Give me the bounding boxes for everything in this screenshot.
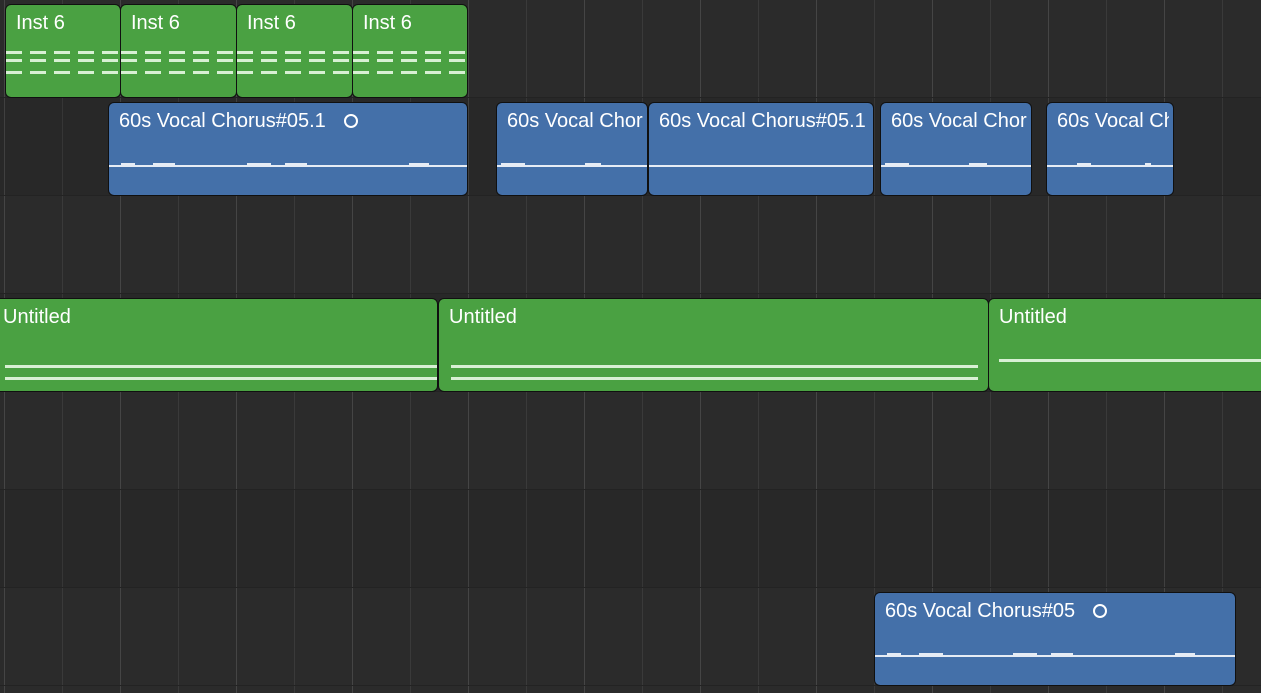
waveform-blip bbox=[885, 163, 909, 167]
region-name: 60s Vocal Chorus#05 bbox=[885, 599, 1231, 623]
region-name-text: 60s Vocal Chorus#05.1 bbox=[119, 110, 326, 132]
midi-notes bbox=[237, 71, 352, 74]
region-name: 60s Vocal Chorus#05.1 bbox=[119, 109, 463, 133]
midi-notes bbox=[353, 59, 467, 62]
waveform-blip bbox=[969, 163, 987, 167]
region-name: Inst 6 bbox=[16, 12, 65, 34]
region-name: Untitled bbox=[3, 306, 71, 328]
audio-region[interactable]: 60s Vocal Chorus#05 bbox=[874, 592, 1236, 686]
waveform bbox=[649, 165, 873, 167]
audio-region[interactable]: 60s Vocal Chorus#05.1 bbox=[1046, 102, 1174, 196]
region-name: Inst 6 bbox=[363, 12, 412, 34]
waveform-blip bbox=[153, 163, 175, 167]
waveform-blip bbox=[121, 163, 135, 167]
audio-region[interactable]: 60s Vocal Chorus#05.1 bbox=[880, 102, 1032, 196]
midi-region[interactable]: Untitled bbox=[438, 298, 989, 392]
tracks-area[interactable]: Inst 6 Inst 6 Inst 6 Inst 6 60s Vocal Ch… bbox=[0, 0, 1261, 693]
audio-region[interactable]: 60s Vocal Chorus#05.1 bbox=[108, 102, 468, 196]
midi-notes bbox=[353, 71, 467, 74]
loop-icon bbox=[343, 114, 358, 128]
waveform-blip bbox=[501, 163, 525, 167]
track-lane-3[interactable] bbox=[0, 196, 1261, 294]
track-lane-6[interactable] bbox=[0, 490, 1261, 588]
midi-notes bbox=[121, 51, 236, 54]
waveform-blip bbox=[1145, 163, 1151, 167]
midi-notes bbox=[353, 51, 467, 54]
midi-notes bbox=[5, 365, 437, 368]
region-name: 60s Vocal Chorus#05.1 bbox=[1057, 110, 1169, 132]
midi-region[interactable]: Inst 6 bbox=[120, 4, 237, 98]
waveform-blip bbox=[1077, 163, 1091, 167]
midi-notes bbox=[121, 59, 236, 62]
region-name: Inst 6 bbox=[247, 12, 296, 34]
midi-notes bbox=[451, 377, 978, 380]
region-name: 60s Vocal Chorus#05.1 bbox=[891, 110, 1027, 132]
midi-notes bbox=[121, 71, 236, 74]
midi-region[interactable]: Inst 6 bbox=[352, 4, 468, 98]
midi-notes bbox=[6, 59, 120, 62]
waveform bbox=[1047, 165, 1173, 167]
waveform-blip bbox=[919, 653, 943, 657]
region-name: 60s Vocal Chorus#05.1 bbox=[507, 110, 643, 132]
waveform-blip bbox=[585, 163, 601, 167]
waveform-blip bbox=[1175, 653, 1195, 657]
loop-icon bbox=[1093, 604, 1108, 618]
midi-notes bbox=[999, 359, 1261, 362]
audio-region[interactable]: 60s Vocal Chorus#05.1 bbox=[496, 102, 648, 196]
region-name: Inst 6 bbox=[131, 12, 180, 34]
region-name-text: 60s Vocal Chorus#05 bbox=[885, 600, 1076, 622]
waveform-blip bbox=[409, 163, 429, 167]
midi-notes bbox=[6, 71, 120, 74]
waveform-blip bbox=[1051, 653, 1073, 657]
track-lane-5[interactable] bbox=[0, 392, 1261, 490]
midi-notes bbox=[6, 51, 120, 54]
midi-notes bbox=[5, 377, 437, 380]
waveform-blip bbox=[285, 163, 307, 167]
midi-notes bbox=[237, 51, 352, 54]
midi-region[interactable]: Untitled bbox=[988, 298, 1261, 392]
waveform-blip bbox=[247, 163, 271, 167]
midi-region[interactable]: Untitled bbox=[0, 298, 438, 392]
audio-region[interactable]: 60s Vocal Chorus#05.1 bbox=[648, 102, 874, 196]
waveform-blip bbox=[1013, 653, 1037, 657]
region-name: Untitled bbox=[449, 306, 517, 328]
midi-region[interactable]: Inst 6 bbox=[5, 4, 121, 98]
waveform-blip bbox=[887, 653, 901, 657]
midi-notes bbox=[237, 59, 352, 62]
region-name: Untitled bbox=[999, 306, 1067, 328]
midi-notes bbox=[451, 365, 978, 368]
region-name: 60s Vocal Chorus#05.1 bbox=[659, 110, 866, 132]
midi-region[interactable]: Inst 6 bbox=[236, 4, 353, 98]
